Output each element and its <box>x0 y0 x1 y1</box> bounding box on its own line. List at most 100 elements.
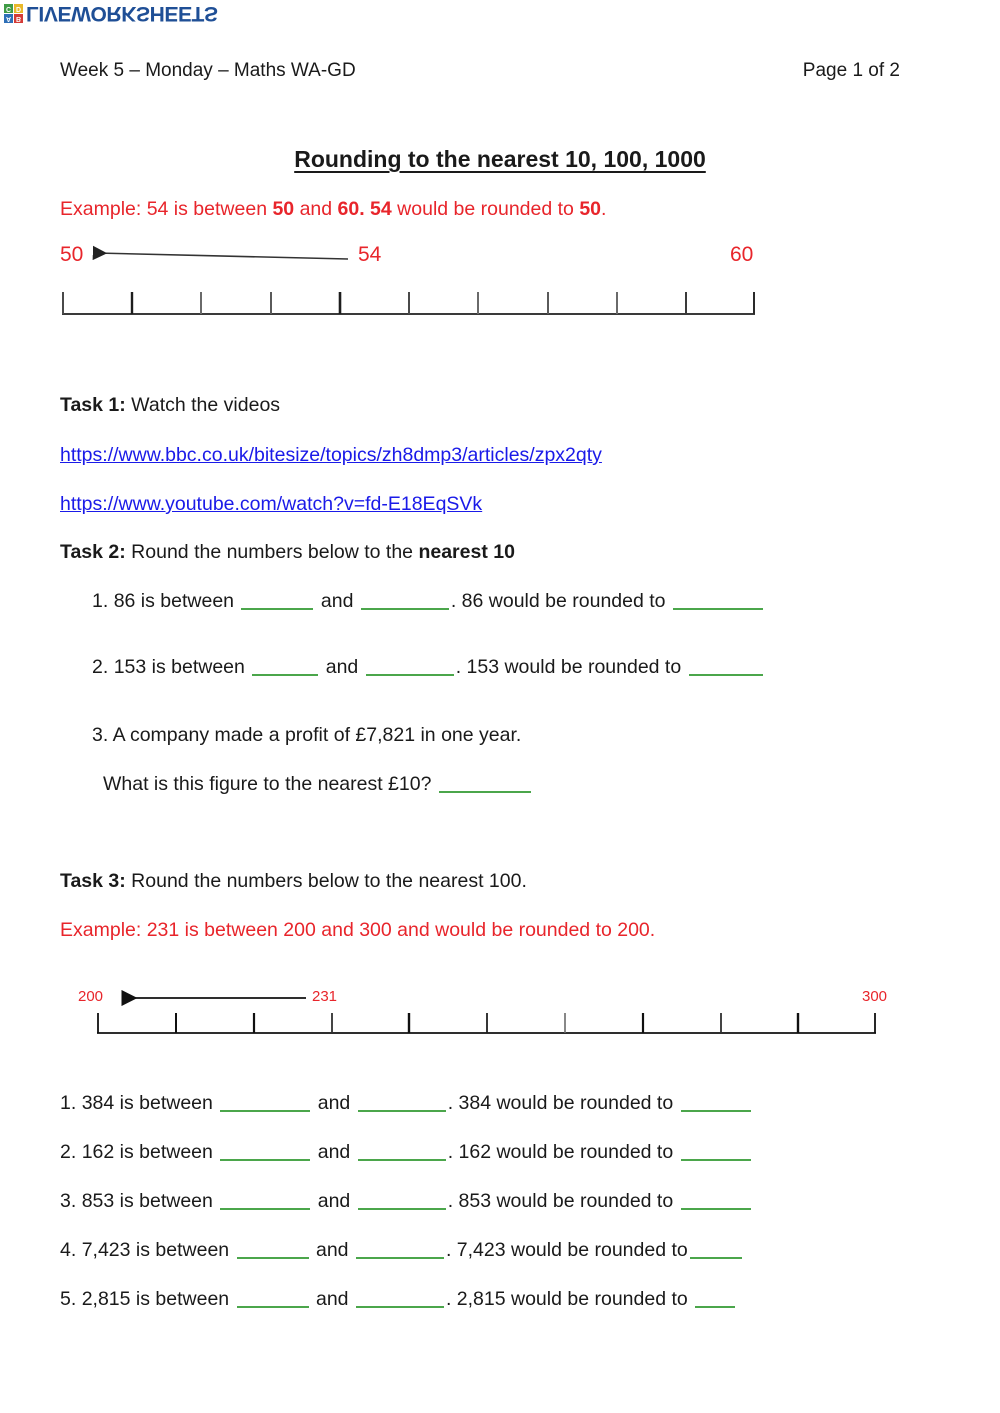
task-2-question-2: 2. 153 is between and . 153 would be rou… <box>92 656 765 679</box>
task-3-text: Round the numbers below to the nearest 1… <box>125 870 527 892</box>
question-conj: and <box>317 1141 351 1163</box>
number-line-200-300: 200 231 300 <box>78 988 890 1036</box>
task-3-question-1: 1. 384 is between and . 384 would be rou… <box>60 1092 753 1115</box>
answer-blank-3[interactable] <box>680 1191 751 1210</box>
example-1-answer: 50 <box>579 198 602 220</box>
question-text: What is this figure to the nearest £10? <box>103 773 432 795</box>
question-tail: . 7,423 would be rounded to <box>445 1239 688 1261</box>
number-line-2-end-label: 300 <box>862 988 888 1005</box>
answer-blank-3[interactable] <box>689 1240 742 1259</box>
answer-blank-1[interactable] <box>241 591 314 610</box>
liveworksheets-logo: A B C D LIVEWORKSHEETS <box>0 0 218 26</box>
number-line-2-graphic <box>97 989 876 1034</box>
question-tail: . 384 would be rounded to <box>447 1092 674 1114</box>
header-page-number: Page 1 of 2 <box>802 60 900 81</box>
answer-blank-3[interactable] <box>680 1093 751 1112</box>
question-number: 1. <box>60 1092 77 1114</box>
answer-blank-2[interactable] <box>357 1142 446 1161</box>
page-title: Rounding to the nearest 10, 100, 1000 <box>294 146 706 172</box>
example-1-suffix: would be rounded to <box>391 198 580 220</box>
answer-blank-2[interactable] <box>357 1093 446 1112</box>
task-2-question-3-line-2: What is this figure to the nearest £10? <box>103 773 533 796</box>
question-tail: . 2,815 would be rounded to <box>445 1288 688 1310</box>
number-line-1-end-label: 60 <box>730 243 754 266</box>
question-conj: and <box>320 590 354 612</box>
task-2-heading: Task 2: Round the numbers below to the n… <box>60 541 515 564</box>
task-1-link-youtube[interactable]: https://www.youtube.com/watch?v=fd-E18Eq… <box>60 493 482 515</box>
question-tail: . 162 would be rounded to <box>447 1141 674 1163</box>
task-3-heading: Task 3: Round the numbers below to the n… <box>60 870 527 893</box>
logo-squares-icon: A B C D <box>4 3 23 23</box>
answer-blank-3[interactable] <box>695 1289 736 1308</box>
question-number: 4. <box>60 1239 77 1261</box>
answer-blank-2[interactable] <box>365 657 454 676</box>
question-conj: and <box>317 1092 351 1114</box>
answer-blank-2[interactable] <box>357 1191 446 1210</box>
task-2-text: Round the numbers below to the <box>125 541 419 563</box>
question-tail: . 86 would be rounded to <box>450 590 666 612</box>
task-3-question-4: 4. 7,423 is between and . 7,423 would be… <box>60 1239 744 1262</box>
answer-blank-3[interactable] <box>672 591 763 610</box>
example-1-high: 60. 54 <box>337 198 392 220</box>
question-lead: 7,423 is between <box>81 1239 230 1261</box>
answer-blank-1[interactable] <box>236 1289 309 1308</box>
example-1-prefix: Example: 54 is between <box>60 198 273 220</box>
number-line-2-start-label: 200 <box>78 988 104 1005</box>
question-number: 2. <box>92 656 109 678</box>
question-conj: and <box>315 1288 349 1310</box>
question-number: 5. <box>60 1288 77 1310</box>
answer-blank-1[interactable] <box>236 1240 309 1259</box>
task-2-label: Task 2: <box>60 541 126 563</box>
answer-blank-2[interactable] <box>355 1289 444 1308</box>
question-lead: 162 is between <box>81 1141 213 1163</box>
answer-blank-1[interactable] <box>220 1142 311 1161</box>
question-lead: 153 is between <box>113 656 245 678</box>
logo-square-c: C <box>4 3 13 13</box>
question-text: A company made a profit of £7,821 in one… <box>112 724 522 746</box>
question-lead: 853 is between <box>81 1190 213 1212</box>
task-1-link-bbc-wrap: https://www.bbc.co.uk/bitesize/topics/zh… <box>60 444 602 467</box>
task-2-question-1: 1. 86 is between and . 86 would be round… <box>92 590 765 613</box>
task-1-label: Task 1: <box>60 394 126 416</box>
example-1-text: Example: 54 is between 50 and 60. 54 wou… <box>60 198 606 221</box>
question-number: 3. <box>92 724 109 746</box>
task-3-question-2: 2. 162 is between and . 162 would be rou… <box>60 1141 753 1164</box>
header-lesson-title: Week 5 – Monday – Maths WA-GD <box>60 60 356 81</box>
answer-blank-3[interactable] <box>680 1142 751 1161</box>
logo-square-b: B <box>14 13 23 23</box>
question-number: 2. <box>60 1141 77 1163</box>
answer-blank-1[interactable] <box>252 657 319 676</box>
answer-blank-1[interactable] <box>220 1093 311 1112</box>
question-lead: 2,815 is between <box>81 1288 230 1310</box>
question-tail: . 853 would be rounded to <box>447 1190 674 1212</box>
task-1-heading: Task 1: Watch the videos <box>60 394 280 417</box>
answer-blank-1[interactable] <box>438 774 531 793</box>
task-3-question-3: 3. 853 is between and . 853 would be rou… <box>60 1190 753 1213</box>
answer-blank-2[interactable] <box>355 1240 444 1259</box>
question-number: 1. <box>92 590 109 612</box>
task-2-emphasis: nearest 10 <box>418 541 515 563</box>
question-conj: and <box>325 656 359 678</box>
task-2-question-3-line-1: 3. A company made a profit of £7,821 in … <box>92 724 521 747</box>
number-line-1-start-label: 50 <box>60 243 84 266</box>
task-3-label: Task 3: <box>60 870 126 892</box>
task-1-link-youtube-wrap: https://www.youtube.com/watch?v=fd-E18Eq… <box>60 493 482 516</box>
example-1-mid: and <box>294 198 338 220</box>
answer-blank-1[interactable] <box>220 1191 311 1210</box>
example-1-low: 50 <box>272 198 295 220</box>
question-conj: and <box>317 1190 351 1212</box>
number-line-2-pointer-label: 231 <box>312 988 338 1005</box>
number-line-1-graphic <box>62 245 755 315</box>
question-lead: 384 is between <box>81 1092 213 1114</box>
answer-blank-2[interactable] <box>360 591 449 610</box>
task-1-link-bbc[interactable]: https://www.bbc.co.uk/bitesize/topics/zh… <box>60 444 602 466</box>
number-line-1-pointer-label: 54 <box>358 243 382 266</box>
logo-wordmark: LIVEWORKSHEETS <box>26 1 218 25</box>
answer-blank-3[interactable] <box>688 657 763 676</box>
task-3-question-5: 5. 2,815 is between and . 2,815 would be… <box>60 1288 737 1311</box>
worksheet-header: Week 5 – Monday – Maths WA-GD Page 1 of … <box>60 60 900 82</box>
question-number: 3. <box>60 1190 77 1212</box>
logo-square-d: D <box>14 3 23 13</box>
task-3-example: Example: 231 is between 200 and 300 and … <box>60 919 656 941</box>
number-line-50-60: 50 54 60 <box>58 243 768 318</box>
